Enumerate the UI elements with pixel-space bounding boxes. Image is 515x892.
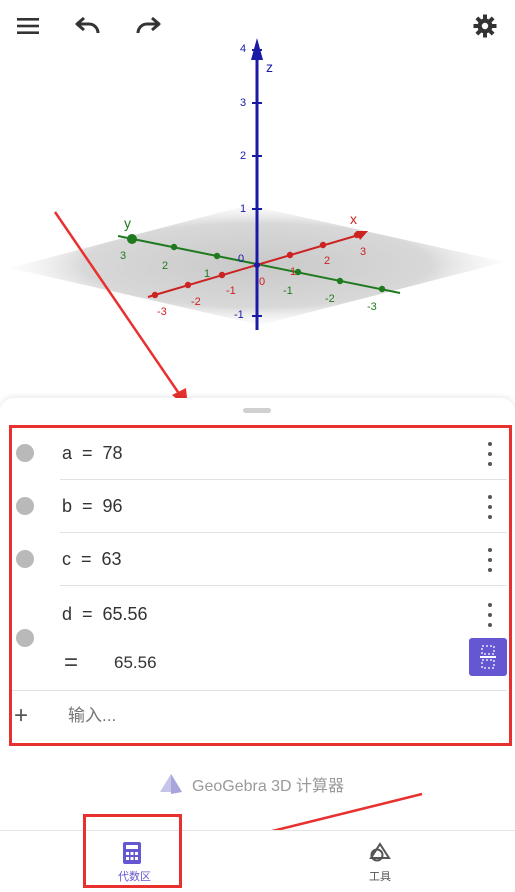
bottom-navigation xyxy=(0,830,515,892)
panel-drag-handle[interactable] xyxy=(243,408,271,413)
geogebra-3d-logo-icon xyxy=(160,774,182,794)
graphics-3d-view[interactable]: 4 3 2 1 -1 z y 3 2 1 -1 -2 -3 x 3 2 1 -1… xyxy=(0,0,515,405)
y-tick-neg3: -3 xyxy=(367,301,377,313)
tab-tools[interactable]: 工具 xyxy=(350,840,410,886)
z-tick-neg1: -1 xyxy=(234,309,244,321)
x-axis-label: x xyxy=(350,211,357,227)
y-tick-neg1: -1 xyxy=(283,285,293,297)
origin-label: 0 xyxy=(238,253,244,265)
tab-tools-label: 工具 xyxy=(369,871,391,883)
z-axis-label: z xyxy=(266,59,273,75)
origin-label-x: 0 xyxy=(259,276,265,288)
y-axis-label: y xyxy=(124,215,131,231)
x-tick-1: 1 xyxy=(290,266,296,278)
x-tick-neg1: -1 xyxy=(226,285,236,297)
z-tick-4: 4 xyxy=(240,43,246,55)
y-tick-2: 2 xyxy=(162,260,168,272)
annotation-box-tab xyxy=(83,814,182,888)
x-tick-neg3: -3 xyxy=(157,306,167,318)
x-tick-3: 3 xyxy=(360,246,366,258)
z-tick-1: 1 xyxy=(240,203,246,215)
z-tick-2: 2 xyxy=(240,150,246,162)
y-tick-3: 3 xyxy=(120,250,126,262)
x-tick-neg2: -2 xyxy=(191,296,201,308)
annotation-box-algebra xyxy=(9,425,512,746)
x-tick-2: 2 xyxy=(324,255,330,267)
origin-point xyxy=(254,262,260,268)
y-tick-neg2: -2 xyxy=(325,293,335,305)
z-tick-3: 3 xyxy=(240,97,246,109)
tools-icon xyxy=(369,842,391,862)
